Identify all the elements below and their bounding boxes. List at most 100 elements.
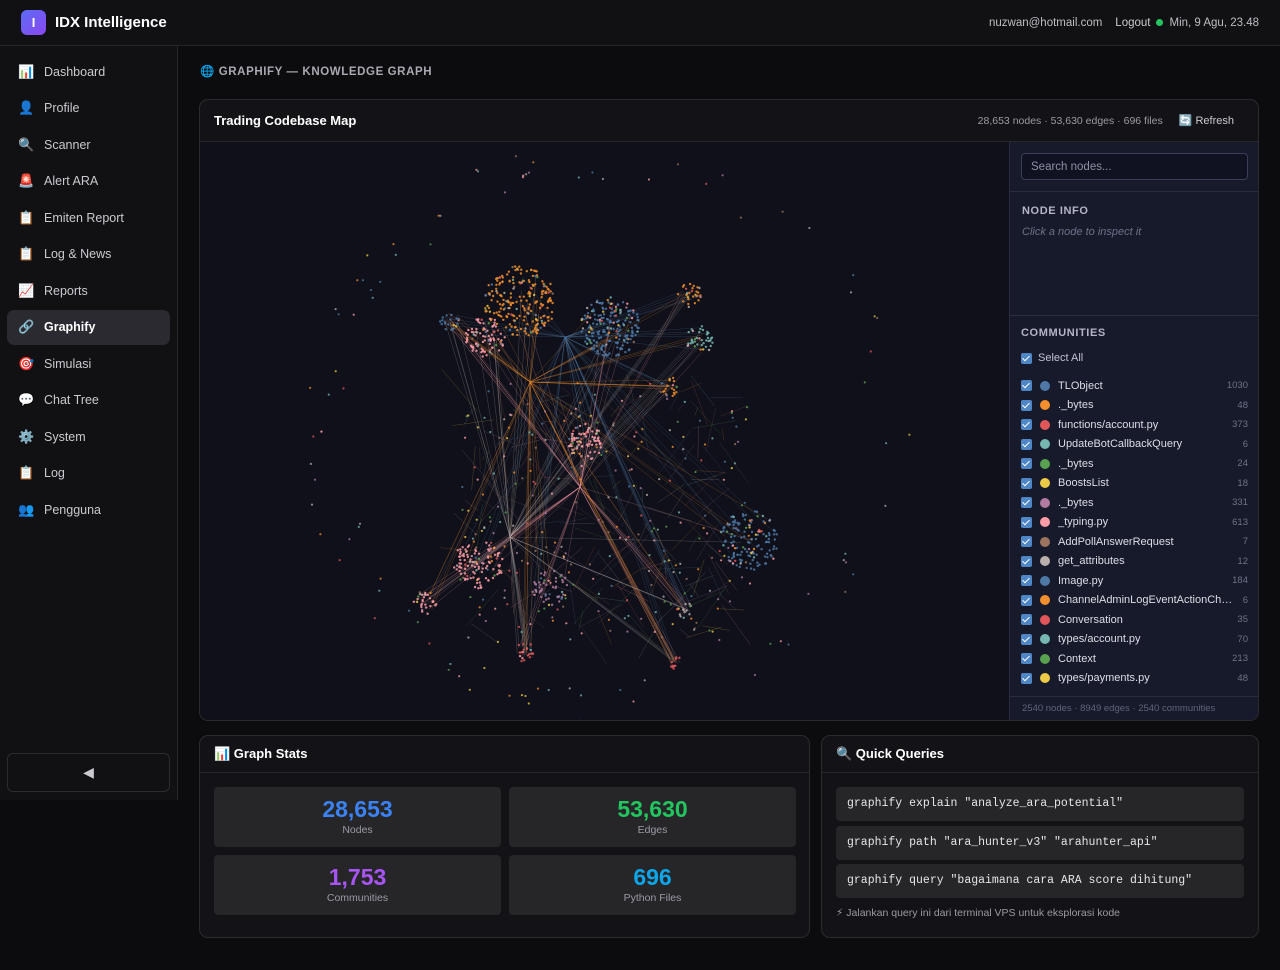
graph-node: [379, 280, 382, 283]
select-all-row[interactable]: Select All: [1021, 350, 1248, 366]
graph-node: [600, 348, 604, 351]
community-row[interactable]: ._bytes 24: [1021, 454, 1248, 474]
logout-link[interactable]: Logout: [1115, 17, 1150, 29]
graph-node: [706, 336, 710, 340]
graph-node: [543, 571, 547, 574]
community-checkbox[interactable]: [1021, 380, 1032, 392]
community-name: get_attributes: [1058, 555, 1125, 568]
search-nodes-input[interactable]: [1021, 153, 1248, 180]
graph-node: [416, 621, 419, 624]
graph-node: [525, 173, 528, 176]
sidebar-item-system[interactable]: ⚙️ System: [7, 419, 170, 454]
community-row[interactable]: ._bytes 331: [1021, 493, 1248, 513]
community-row[interactable]: get_attributes 12: [1021, 552, 1248, 572]
graph-node: [510, 414, 513, 417]
community-checkbox[interactable]: [1021, 419, 1032, 431]
graph-node: [729, 535, 733, 539]
community-checkbox[interactable]: [1021, 497, 1032, 509]
community-count: 48: [1237, 672, 1248, 684]
community-checkbox[interactable]: [1021, 399, 1032, 411]
graph-node: [639, 487, 642, 490]
community-row[interactable]: TLObject 1030: [1021, 376, 1248, 396]
sidebar-item-scanner[interactable]: 🔍 Scanner: [7, 127, 170, 162]
graph-node: [842, 559, 845, 562]
community-row[interactable]: functions/account.py 373: [1021, 415, 1248, 435]
sidebar-item-log-news[interactable]: 📋 Log & News: [7, 237, 170, 272]
graph-node: [577, 437, 580, 440]
community-row[interactable]: BoostsList 18: [1021, 474, 1248, 494]
community-row[interactable]: Conversation 35: [1021, 610, 1248, 630]
quick-query-item[interactable]: graphify explain "analyze_ara_potential": [836, 787, 1244, 821]
community-checkbox[interactable]: [1021, 653, 1032, 665]
community-row[interactable]: AddPollAnswerRequest 7: [1021, 532, 1248, 552]
graph-edge: [638, 522, 648, 542]
community-row[interactable]: UpdateBotCallbackQuery 6: [1021, 435, 1248, 455]
community-row[interactable]: ._bytes 48: [1021, 396, 1248, 416]
sidebar-item-emiten-report[interactable]: 📋 Emiten Report: [7, 200, 170, 235]
graph-node: [534, 326, 537, 329]
graph-node: [549, 299, 553, 302]
graph-node: [863, 381, 866, 384]
graph-node: [722, 478, 726, 481]
community-checkbox[interactable]: [1021, 477, 1032, 489]
sidebar-item-graphify[interactable]: 🔗 Graphify: [7, 309, 170, 345]
graph-node: [483, 416, 486, 419]
graph-node: [527, 308, 530, 311]
community-row[interactable]: Context 213: [1021, 649, 1248, 669]
graph-node: [617, 330, 620, 333]
graph-node: [737, 523, 740, 526]
community-checkbox[interactable]: [1021, 555, 1032, 567]
graph-node: [499, 520, 502, 524]
graph-node: [475, 168, 478, 171]
quick-query-item[interactable]: graphify query "bagaimana cara ARA score…: [836, 864, 1244, 898]
graph-node: [645, 493, 649, 496]
community-row[interactable]: _typing.py 613: [1021, 513, 1248, 533]
graph-node: [728, 579, 731, 582]
graph-node: [707, 348, 711, 352]
community-checkbox[interactable]: [1021, 614, 1032, 626]
community-checkbox[interactable]: [1021, 594, 1032, 606]
community-checkbox[interactable]: [1021, 672, 1032, 684]
sidebar-item-chat-tree[interactable]: 💬 Chat Tree: [7, 383, 170, 418]
collapse-sidebar-button[interactable]: ◀: [7, 753, 170, 792]
sidebar-item-reports[interactable]: 📈 Reports: [7, 273, 170, 308]
sidebar-item-dashboard[interactable]: 📊 Dashboard: [7, 54, 170, 89]
graph-visualization[interactable]: [200, 142, 1009, 720]
community-checkbox[interactable]: [1021, 438, 1032, 450]
sidebar-item-log[interactable]: 📋 Log: [7, 456, 170, 491]
graph-node: [606, 326, 609, 329]
community-row[interactable]: types/account.py 70: [1021, 630, 1248, 650]
community-checkbox[interactable]: [1021, 633, 1032, 645]
graph-node: [546, 287, 549, 290]
quick-query-item[interactable]: graphify path "ara_hunter_v3" "arahunter…: [836, 826, 1244, 860]
graph-node: [492, 568, 495, 571]
graph-node: [533, 593, 536, 596]
app-logo[interactable]: I: [21, 10, 46, 35]
graph-node: [553, 551, 556, 554]
refresh-button[interactable]: 🔄 Refresh: [1179, 114, 1244, 127]
community-checkbox[interactable]: [1021, 516, 1032, 528]
sidebar-item-profile[interactable]: 👤 Profile: [7, 91, 170, 126]
graph-node: [624, 319, 627, 322]
sidebar-item-pengguna[interactable]: 👥 Pengguna: [7, 492, 170, 527]
graph-node: [337, 313, 340, 316]
select-all-checkbox[interactable]: [1021, 352, 1032, 364]
sidebar-item-simulasi[interactable]: 🎯 Simulasi: [7, 346, 170, 381]
graph-node: [736, 440, 740, 443]
sidebar-item-alert-ara[interactable]: 🚨 Alert ARA: [7, 164, 170, 199]
community-row[interactable]: ChannelAdminLogEventActionCha… 6: [1021, 591, 1248, 611]
community-checkbox[interactable]: [1021, 575, 1032, 587]
community-row[interactable]: types/payments.py 48: [1021, 669, 1248, 689]
graph-node: [570, 448, 573, 451]
community-checkbox[interactable]: [1021, 536, 1032, 548]
datetime: Min, 9 Agu, 23.48: [1169, 16, 1259, 29]
graph-canvas[interactable]: [200, 142, 1009, 720]
graph-node: [652, 527, 656, 530]
graph-node: [608, 352, 611, 355]
community-checkbox[interactable]: [1021, 458, 1032, 470]
graph-node: [470, 554, 473, 558]
graph-node: [464, 563, 467, 566]
graph-node: [490, 560, 493, 563]
community-row[interactable]: Image.py 184: [1021, 571, 1248, 591]
graph-node: [688, 291, 691, 295]
